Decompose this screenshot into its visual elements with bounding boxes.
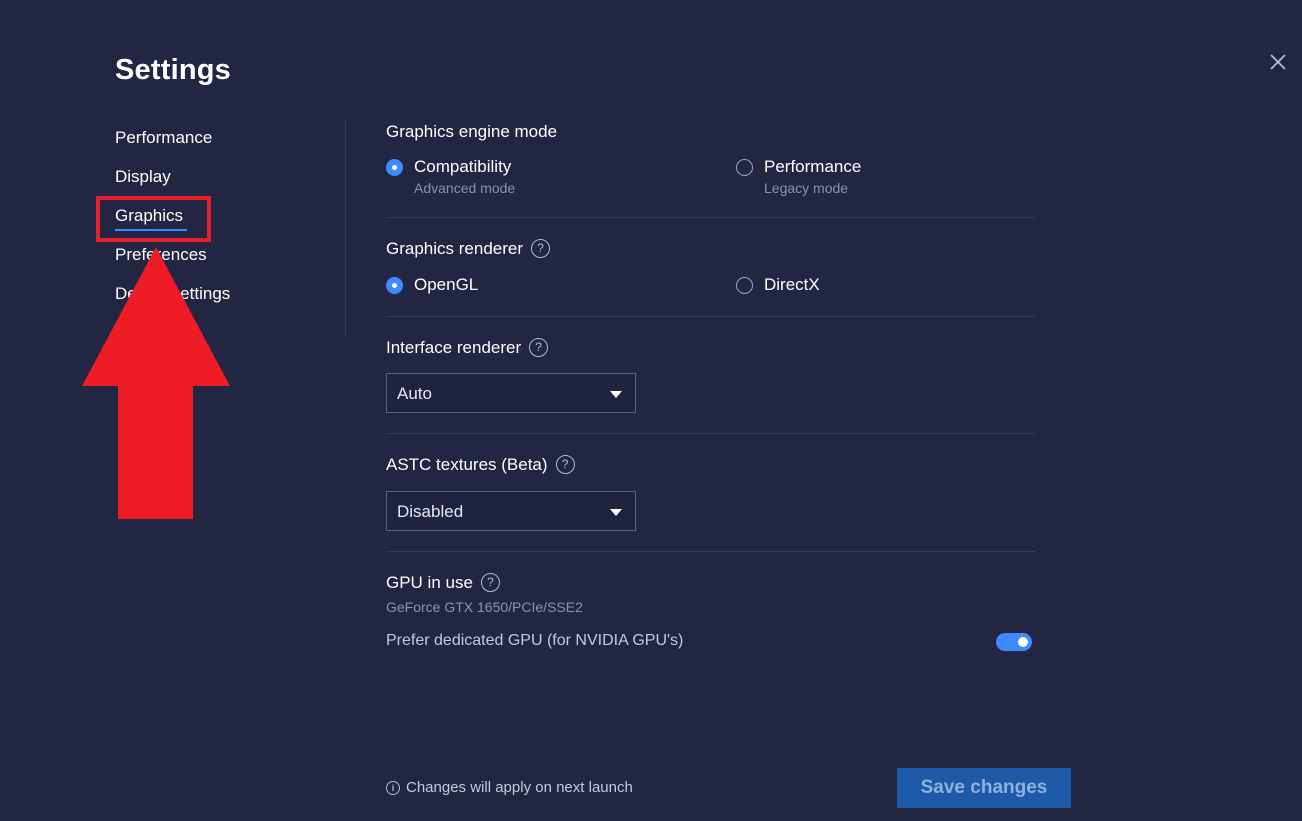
radio-selected-icon	[386, 159, 403, 176]
help-icon[interactable]: ?	[531, 239, 551, 259]
graphics-renderer-title: Graphics renderer?	[386, 239, 551, 259]
nav-item-performance[interactable]: Performance	[115, 128, 212, 148]
nav-divider	[345, 121, 346, 336]
divider	[386, 217, 1036, 218]
interface-renderer-select[interactable]: Auto	[386, 373, 636, 413]
radio-unselected-icon	[736, 277, 753, 294]
radio-performance[interactable]: Performance Legacy mode	[736, 157, 861, 196]
graphics-engine-mode-title: Graphics engine mode	[386, 122, 558, 141]
radio-compatibility[interactable]: Compatibility Advanced mode	[386, 157, 515, 196]
radio-unselected-icon	[736, 159, 753, 176]
help-icon[interactable]: ?	[555, 455, 575, 475]
caret-down-icon	[610, 391, 622, 398]
gpu-name: GeForce GTX 1650/PCIe/SSE2	[386, 599, 583, 615]
footer-note: i Changes will apply on next launch	[386, 779, 633, 796]
caret-down-icon	[610, 509, 622, 516]
divider	[386, 316, 1036, 317]
close-icon[interactable]	[1265, 49, 1291, 75]
annotation-arrow-up-icon	[82, 247, 230, 519]
save-changes-button[interactable]: Save changes	[897, 768, 1071, 808]
astc-textures-select[interactable]: Disabled	[386, 491, 636, 531]
radio-opengl[interactable]: OpenGL	[386, 275, 478, 295]
astc-textures-title: ASTC textures (Beta)?	[386, 455, 575, 475]
toggle-knob	[1018, 637, 1028, 647]
prefer-dedicated-gpu-label: Prefer dedicated GPU (for NVIDIA GPU's)	[386, 632, 684, 649]
gpu-in-use-title: GPU in use?	[386, 573, 500, 593]
divider	[386, 433, 1036, 434]
page-title: Settings	[115, 54, 231, 86]
help-icon[interactable]: ?	[480, 573, 500, 593]
radio-selected-icon	[386, 277, 403, 294]
prefer-dedicated-gpu-toggle[interactable]	[996, 633, 1032, 651]
info-icon: i	[386, 780, 400, 795]
radio-directx[interactable]: DirectX	[736, 275, 820, 295]
annotation-highlight-box	[96, 196, 211, 242]
interface-renderer-title: Interface renderer?	[386, 338, 549, 358]
nav-item-display[interactable]: Display	[115, 167, 171, 187]
help-icon[interactable]: ?	[529, 338, 549, 358]
divider	[386, 551, 1036, 552]
